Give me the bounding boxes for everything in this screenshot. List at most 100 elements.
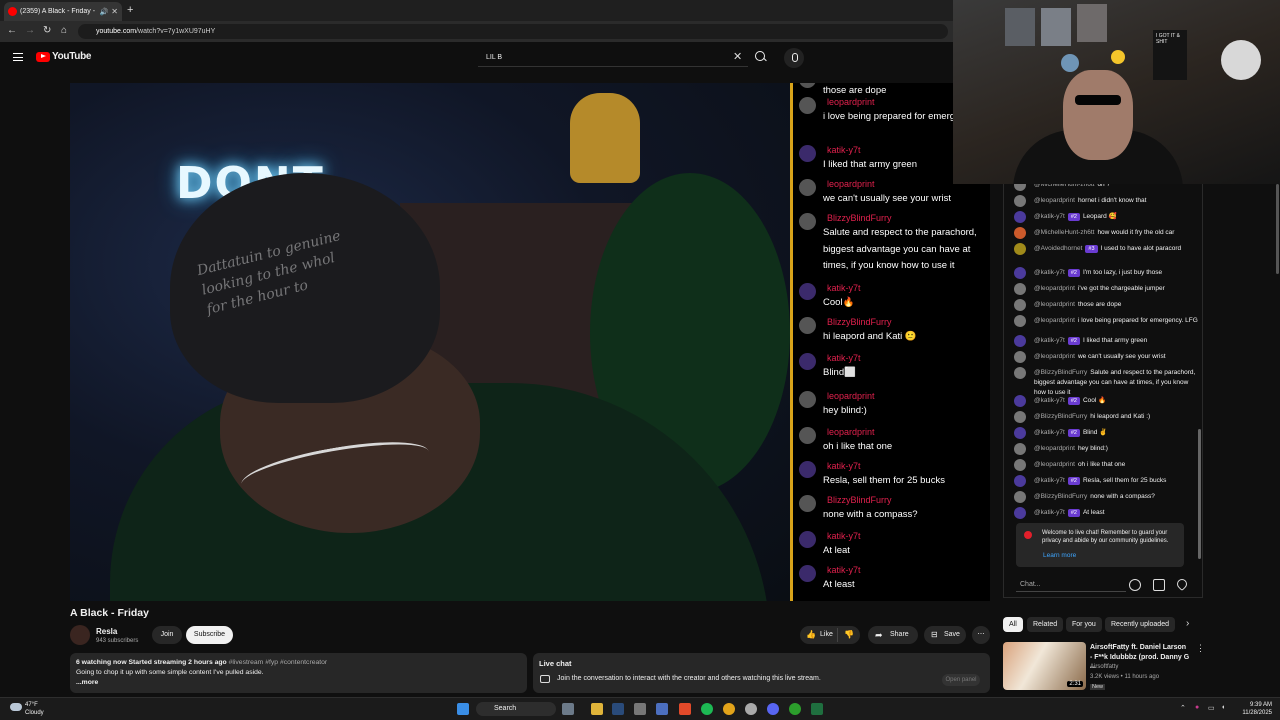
chip-recently-uploaded[interactable]: Recently uploaded — [1105, 617, 1175, 632]
chat-username: @leopardprint — [1034, 285, 1075, 292]
close-tab-icon[interactable]: ✕ — [111, 7, 118, 16]
live-chat-title: Live chat — [539, 659, 572, 668]
spotify-icon[interactable] — [701, 703, 713, 715]
clear-search-icon[interactable]: ✕ — [733, 50, 742, 63]
smiley-decor — [1111, 50, 1125, 64]
chat-username: @leopardprint — [1034, 197, 1075, 204]
rec-thumbnail[interactable]: 2:31 — [1003, 642, 1086, 690]
share-button[interactable]: ➦ Share — [868, 626, 918, 644]
chat-text: oh i like that one — [823, 441, 893, 452]
poster — [1077, 4, 1107, 42]
rec-channel[interactable]: Airsoftfatty — [1090, 664, 1118, 670]
chat-text: those are dope — [1077, 301, 1122, 308]
thumbs-down-icon[interactable]: 👎 — [844, 626, 854, 644]
mic-tray-icon[interactable]: ● — [1195, 704, 1199, 711]
chevron-right-icon[interactable]: › — [1186, 618, 1189, 629]
page-scrollbar[interactable] — [1276, 184, 1279, 274]
chat-scrollbar[interactable] — [1198, 429, 1201, 559]
search-icon[interactable] — [755, 51, 765, 61]
avatar — [1014, 491, 1026, 503]
speaker-icon[interactable]: 🔊 — [100, 8, 109, 16]
microphone-icon[interactable] — [784, 48, 804, 68]
member-badge: #2 — [1067, 269, 1080, 277]
video-title: A Black - Friday — [70, 607, 149, 619]
avatar — [799, 353, 816, 370]
home-icon[interactable]: ⌂ — [61, 25, 67, 36]
description-box[interactable]: 6 watching now Started streaming 2 hours… — [70, 653, 527, 693]
chat-username: @katik-y7t — [1034, 269, 1065, 276]
channel-name[interactable]: Resla — [96, 627, 117, 636]
youtube-logo[interactable]: YouTube — [36, 51, 92, 62]
browser-tab[interactable]: (2359) A Black - Friday - Yo 🔊 ✕ — [4, 2, 122, 21]
poster — [1041, 8, 1071, 46]
chat-text: At least — [1082, 509, 1105, 516]
forward-icon[interactable]: → — [25, 25, 35, 36]
chrome-icon[interactable] — [723, 703, 735, 715]
back-icon[interactable]: ← — [7, 25, 17, 36]
steam-icon[interactable] — [612, 703, 624, 715]
like-dislike-group: 👍 Like 👎 — [800, 626, 860, 644]
like-button[interactable]: Like — [820, 626, 833, 644]
settings-icon[interactable] — [656, 703, 668, 715]
thumbs-up-icon[interactable]: 👍 — [806, 626, 816, 644]
taskbar-clock[interactable]: 9:39 AM 11/28/2025 — [1236, 701, 1272, 717]
description-tags[interactable]: #livestream #fyp #contentcreator — [229, 659, 328, 666]
file-explorer-icon[interactable] — [591, 703, 603, 715]
description-more-link[interactable]: ...more — [76, 678, 521, 688]
save-label: Save — [944, 631, 960, 638]
windows-start-icon[interactable] — [457, 703, 469, 715]
avatar — [1014, 507, 1026, 519]
learn-more-link[interactable]: Learn more — [1043, 552, 1076, 559]
save-button[interactable]: ⊟ Save — [924, 626, 966, 644]
chat-text: oh i like that one — [1077, 461, 1126, 468]
reload-icon[interactable]: ↻ — [43, 25, 51, 36]
avatar — [1014, 335, 1026, 347]
avatar — [1014, 243, 1026, 255]
volume-icon[interactable]: ◖ — [1221, 704, 1225, 711]
chat-username: @katik-y7t — [1034, 429, 1065, 436]
chat-text: I liked that army green — [1082, 337, 1148, 344]
new-tab-icon[interactable]: + — [127, 4, 133, 16]
brave-icon[interactable] — [679, 703, 691, 715]
avatar — [1014, 195, 1026, 207]
more-actions-icon[interactable]: ⋯ — [972, 626, 990, 644]
task-view-icon[interactable] — [562, 703, 574, 715]
streamer-face — [1063, 70, 1133, 160]
avatar — [1014, 459, 1026, 471]
network-icon[interactable]: ▭ — [1208, 704, 1215, 712]
obs-icon[interactable] — [745, 703, 757, 715]
chat-text: i've got the chargeable jumper — [1077, 285, 1165, 292]
member-badge: #2 — [1067, 429, 1080, 437]
chat-username: @leopardprint — [1034, 353, 1075, 360]
open-panel-button[interactable]: Open panel — [942, 674, 980, 686]
discord-icon[interactable] — [767, 703, 779, 715]
search-input[interactable]: LIL B — [478, 49, 748, 67]
hamburger-menu-icon[interactable] — [13, 53, 23, 61]
xbox-icon[interactable] — [789, 703, 801, 715]
taskbar-search[interactable]: Search — [476, 702, 556, 716]
app-icon[interactable] — [634, 703, 646, 715]
tray-chevron-icon[interactable]: ⌃ — [1180, 704, 1186, 712]
chat-username: @BlizzyBlindFurry — [1034, 413, 1088, 420]
kebab-menu-icon[interactable]: ⋮ — [1196, 643, 1205, 654]
chat-username: @Avoidedhornet — [1034, 245, 1083, 252]
logo-text: YouTube — [52, 51, 92, 62]
join-button[interactable]: Join — [152, 626, 182, 644]
chat-username: katik-y7t — [827, 565, 861, 575]
video-player[interactable]: DONT Dattatuin to genuine looking to the… — [70, 83, 790, 601]
terminal-icon[interactable] — [811, 703, 823, 715]
chip-all[interactable]: All — [1003, 617, 1023, 632]
chip-for-you[interactable]: For you — [1066, 617, 1102, 632]
weather-condition: Cloudy — [25, 710, 44, 716]
channel-avatar[interactable] — [70, 625, 90, 645]
super-chat-icon[interactable] — [1153, 579, 1165, 591]
subscribe-button[interactable]: Subscribe — [186, 626, 233, 644]
url-field[interactable]: youtube.com/watch?v=7y1wXU97uHY — [78, 24, 948, 39]
heart-icon[interactable] — [1174, 576, 1190, 592]
chat-text: Cool🔥 — [823, 297, 855, 308]
chip-related[interactable]: Related — [1027, 617, 1064, 632]
emoji-icon[interactable] — [1129, 579, 1141, 591]
chat-input[interactable]: Chat... — [1016, 578, 1126, 592]
chat-text: we can't usually see your wrist — [1077, 353, 1166, 360]
chat-username: BlizzyBlindFurry — [827, 317, 892, 327]
